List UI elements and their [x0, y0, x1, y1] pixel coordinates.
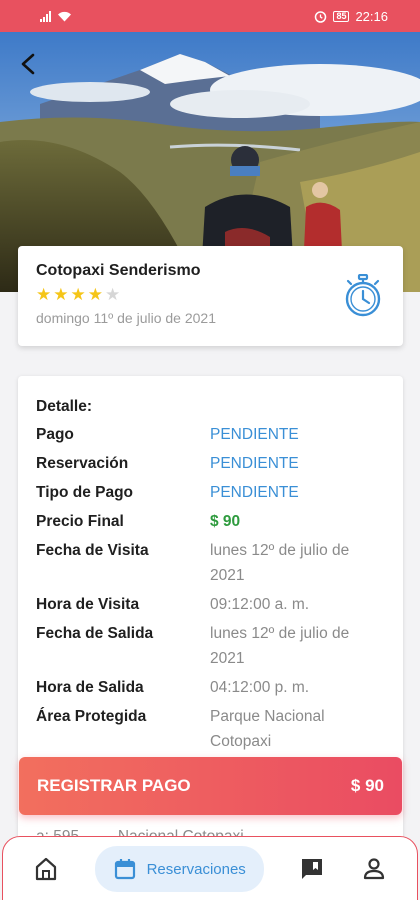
- pay-button-label: REGISTRAR PAGO: [37, 776, 191, 795]
- row-value: PENDIENTE: [210, 484, 299, 501]
- row-value: lunes 12º de julio de 2021: [210, 625, 350, 667]
- row-value: 04:12:00 p. m.: [210, 679, 310, 696]
- home-icon: [35, 857, 57, 881]
- nav-messages[interactable]: [299, 856, 325, 882]
- tour-title: Cotopaxi Senderismo: [36, 262, 201, 279]
- row-label: Área Protegida: [36, 708, 147, 725]
- detail-row-reservacion: Reservación PENDIENTE: [36, 451, 385, 476]
- nav-reservaciones[interactable]: Reservaciones: [94, 846, 264, 892]
- star-empty-icon: ★: [105, 285, 121, 304]
- detail-row-fecha-salida: Fecha de Salida lunes 12º de julio de 20…: [36, 621, 385, 671]
- detail-row-precio-final: Precio Final $ 90: [36, 509, 385, 534]
- row-label: Reservación: [36, 455, 129, 472]
- row-value: $ 90: [210, 513, 241, 530]
- row-label: Tipo de Pago: [36, 484, 134, 501]
- status-left: [40, 10, 72, 22]
- person-icon: [363, 858, 385, 880]
- status-right: 85 22:16: [314, 9, 388, 24]
- detail-row-pago: Pago PENDIENTE: [36, 422, 385, 447]
- arrow-back-icon: [21, 53, 35, 75]
- row-value: PENDIENTE: [210, 426, 299, 443]
- star-icon: ★: [87, 285, 103, 304]
- nav-profile[interactable]: [361, 856, 387, 882]
- star-icon: ★: [53, 285, 69, 304]
- stopwatch-icon: [345, 274, 381, 317]
- detail-row-tipo-pago: Tipo de Pago PENDIENTE: [36, 480, 385, 505]
- bottom-nav: Reservaciones: [2, 836, 418, 900]
- row-label: Hora de Visita: [36, 596, 140, 613]
- status-time: 22:16: [355, 8, 388, 24]
- row-value: PENDIENTE: [210, 455, 299, 472]
- signal-icon: [40, 10, 51, 22]
- detail-row-hora-visita: Hora de Visita 09:12:00 a. m.: [36, 592, 385, 617]
- row-label: Fecha de Salida: [36, 625, 154, 642]
- row-value: 09:12:00 a. m.: [210, 596, 310, 613]
- row-label: Hora de Salida: [36, 679, 144, 696]
- battery-icon: 85: [333, 10, 350, 22]
- register-payment-button[interactable]: REGISTRAR PAGO $ 90: [19, 757, 402, 815]
- detail-title: Detalle:: [36, 398, 92, 415]
- chat-bookmark-icon: [302, 859, 323, 879]
- star-icon: ★: [70, 285, 86, 304]
- nav-home[interactable]: [33, 856, 59, 882]
- row-value: lunes 12º de julio de 2021: [210, 542, 350, 584]
- star-rating: ★ ★ ★ ★ ★: [36, 286, 385, 303]
- row-label: Pago: [36, 426, 74, 443]
- wifi-icon: [58, 11, 71, 21]
- tour-date: domingo 11º de julio de 2021: [36, 310, 216, 326]
- star-icon: ★: [36, 285, 52, 304]
- row-label: Precio Final: [36, 513, 124, 530]
- pay-button-amount: $ 90: [350, 776, 384, 795]
- back-button[interactable]: [14, 50, 42, 78]
- detail-row-fecha-visita: Fecha de Visita lunes 12º de julio de 20…: [36, 538, 385, 588]
- nav-reservaciones-label: Reservaciones: [146, 860, 246, 878]
- detail-row-hora-salida: Hora de Salida 04:12:00 p. m.: [36, 675, 385, 700]
- status-bar: 85 22:16: [0, 0, 420, 32]
- detail-row-area-protegida: Área Protegida Parque Nacional Cotopaxi: [36, 704, 385, 754]
- tour-card: Cotopaxi Senderismo ★ ★ ★ ★ ★ domingo 11…: [18, 246, 403, 346]
- row-label: Fecha de Visita: [36, 542, 149, 559]
- calendar-icon: [114, 859, 135, 880]
- alarm-icon: [315, 10, 327, 23]
- row-value: Parque Nacional Cotopaxi: [210, 708, 325, 750]
